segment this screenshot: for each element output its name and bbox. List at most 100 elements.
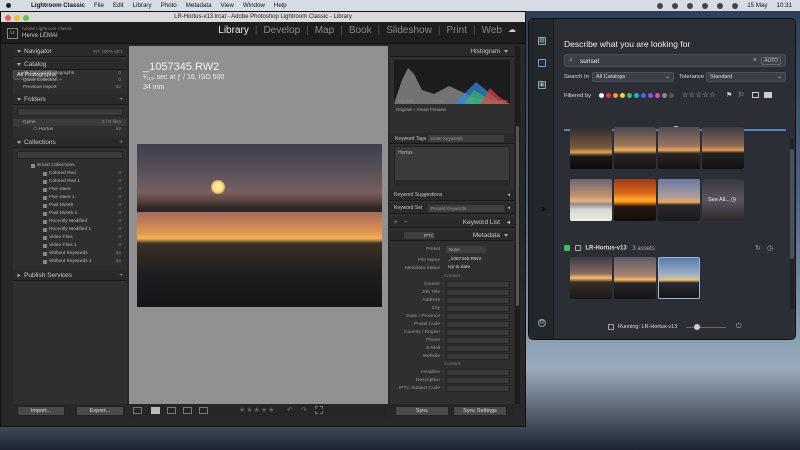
collection-item[interactable]: Without Keywords 1 52 bbox=[13, 258, 127, 266]
power-icon[interactable]: ⏻ bbox=[736, 323, 742, 331]
keyword-list-header[interactable]: + − Keyword List ◂ bbox=[390, 217, 514, 228]
keyword-set-select[interactable]: Recent Keywords bbox=[428, 205, 504, 212]
history-icon[interactable]: ◷ bbox=[767, 244, 773, 252]
metadata-field-value[interactable] bbox=[446, 377, 510, 384]
result-thumbnail[interactable] bbox=[614, 127, 656, 169]
main-photo[interactable] bbox=[137, 144, 382, 307]
result-thumbnail[interactable] bbox=[658, 179, 700, 221]
color-filter-dot[interactable] bbox=[599, 93, 604, 98]
search-chat-icon[interactable]: ◌ bbox=[538, 59, 546, 67]
menu-metadata[interactable]: Metadata bbox=[186, 2, 212, 9]
module-slideshow[interactable]: Slideshow bbox=[383, 25, 435, 36]
folder-row[interactable]: ▭ Hortus 52 bbox=[13, 126, 127, 133]
wifi-icon[interactable] bbox=[687, 2, 694, 9]
search-in-select[interactable]: All Catalogs ⌄ bbox=[592, 72, 674, 82]
add-folder-icon[interactable]: + bbox=[119, 94, 123, 105]
collection-item[interactable]: Recently Modified 0 bbox=[13, 218, 127, 226]
search-icon[interactable] bbox=[717, 2, 724, 9]
star-filter-icon[interactable]: ☆☆☆☆☆ bbox=[682, 91, 716, 99]
result-thumbnail[interactable] bbox=[614, 179, 656, 221]
menu-view[interactable]: View bbox=[221, 2, 234, 9]
module-book[interactable]: Book bbox=[346, 25, 375, 36]
settings-gear-icon[interactable]: ⚙ bbox=[538, 319, 546, 327]
photo-filter-icon[interactable] bbox=[752, 92, 759, 98]
menu-library[interactable]: Library bbox=[133, 2, 152, 9]
refresh-icon[interactable]: ↻ bbox=[755, 244, 761, 252]
flag-filter-icon[interactable]: ⚑ bbox=[726, 91, 732, 99]
gallery-icon[interactable]: ▣ bbox=[538, 81, 546, 89]
metadata-field-value[interactable] bbox=[446, 369, 510, 376]
metadata-field-value[interactable]: _1057345.RW2 bbox=[446, 257, 510, 264]
menu-photo[interactable]: Photo bbox=[161, 2, 177, 9]
see-all-tile[interactable]: See All... ◷ bbox=[702, 179, 744, 221]
grid-view-icon[interactable] bbox=[133, 407, 142, 414]
module-map[interactable]: Map bbox=[312, 25, 337, 36]
sync-button[interactable]: Sync bbox=[395, 406, 449, 416]
search-query[interactable]: sunset bbox=[580, 58, 599, 65]
collection-item[interactable]: Recently Modified 10 bbox=[13, 226, 127, 234]
control-center-icon[interactable] bbox=[732, 2, 739, 9]
catalog-item[interactable]: Quick Collection +0 bbox=[13, 77, 127, 84]
reject-filter-icon[interactable]: ⚐ bbox=[738, 91, 744, 99]
color-filter-dot[interactable] bbox=[613, 93, 618, 98]
grid-icon[interactable]: ▦ bbox=[538, 37, 546, 45]
crop-icon[interactable] bbox=[315, 406, 323, 414]
color-filter-dot[interactable] bbox=[620, 93, 625, 98]
color-filter-dot[interactable] bbox=[662, 93, 667, 98]
collection-item[interactable]: Video Files 10 bbox=[13, 242, 127, 250]
result-thumbnail-selected[interactable] bbox=[658, 257, 700, 299]
import-button[interactable]: Import... bbox=[17, 406, 65, 416]
publish-services-header[interactable]: Publish Services + bbox=[13, 270, 127, 281]
export-button[interactable]: Export... bbox=[76, 406, 124, 416]
color-filter-dot[interactable] bbox=[627, 93, 632, 98]
color-filter-dot[interactable] bbox=[634, 93, 639, 98]
result-thumbnail[interactable] bbox=[702, 127, 744, 169]
remove-keyword-icon[interactable]: − bbox=[404, 217, 408, 228]
tolerance-select[interactable]: Standard ⌄ bbox=[706, 72, 786, 82]
module-print[interactable]: Print bbox=[443, 25, 470, 36]
metadata-field-value[interactable] bbox=[446, 297, 510, 304]
volume-row[interactable]: Cyme 0 / 0 files bbox=[13, 119, 127, 126]
metadata-field-value[interactable] bbox=[446, 385, 510, 392]
menu-file[interactable]: File bbox=[94, 2, 104, 9]
expand-group-icon[interactable] bbox=[564, 245, 570, 251]
zoom-window-icon[interactable] bbox=[23, 14, 29, 21]
result-thumbnail[interactable] bbox=[570, 179, 612, 221]
auto-mode-select[interactable]: AUTO bbox=[761, 57, 781, 65]
add-collection-icon[interactable]: + bbox=[119, 137, 123, 148]
collection-item[interactable]: Colored Red 0 bbox=[13, 170, 127, 178]
survey-view-icon[interactable] bbox=[183, 407, 192, 414]
results-scrollbar[interactable] bbox=[790, 139, 794, 309]
metadata-field-value[interactable] bbox=[446, 337, 510, 344]
preset-select[interactable]: None bbox=[446, 246, 486, 253]
minimize-window-icon[interactable] bbox=[14, 14, 20, 21]
keyword-set-row[interactable]: Keyword Set Recent Keywords ◂ bbox=[390, 203, 514, 214]
metadata-field-value[interactable] bbox=[446, 321, 510, 328]
rotate-right-icon[interactable]: ↷ bbox=[301, 406, 307, 414]
metadata-field-value[interactable] bbox=[446, 329, 510, 336]
scrollbar-thumb[interactable] bbox=[516, 126, 519, 306]
result-thumbnail[interactable] bbox=[570, 257, 612, 299]
color-filter-dot[interactable] bbox=[606, 93, 611, 98]
nav-100[interactable]: 100% bbox=[101, 49, 113, 54]
color-filter-dot[interactable] bbox=[641, 93, 646, 98]
smart-collections-row[interactable]: Smart Collections bbox=[13, 162, 127, 170]
apple-icon[interactable] bbox=[6, 3, 11, 8]
result-thumbnail[interactable] bbox=[658, 127, 700, 169]
module-web[interactable]: Web bbox=[479, 25, 505, 36]
metadata-header[interactable]: IPTC Metadata bbox=[390, 230, 514, 241]
metadata-field-value[interactable] bbox=[446, 345, 510, 352]
sync-settings-button[interactable]: Sync Settings bbox=[453, 406, 507, 416]
add-keyword-icon[interactable]: + bbox=[394, 217, 398, 228]
close-window-icon[interactable] bbox=[5, 14, 11, 21]
result-thumbnail[interactable] bbox=[570, 127, 612, 169]
collection-item[interactable]: Without Keywords 52 bbox=[13, 250, 127, 258]
scrollbar-thumb[interactable] bbox=[790, 149, 794, 259]
module-library[interactable]: Library bbox=[215, 25, 252, 36]
catalog-item[interactable]: Previous Import 52 bbox=[13, 84, 127, 91]
color-filter-dot[interactable] bbox=[669, 93, 674, 98]
histogram-header[interactable]: Histogram bbox=[390, 46, 514, 57]
folder-filter-input[interactable] bbox=[17, 108, 123, 116]
clear-search-icon[interactable]: × bbox=[753, 57, 757, 64]
module-develop[interactable]: Develop bbox=[260, 25, 303, 36]
